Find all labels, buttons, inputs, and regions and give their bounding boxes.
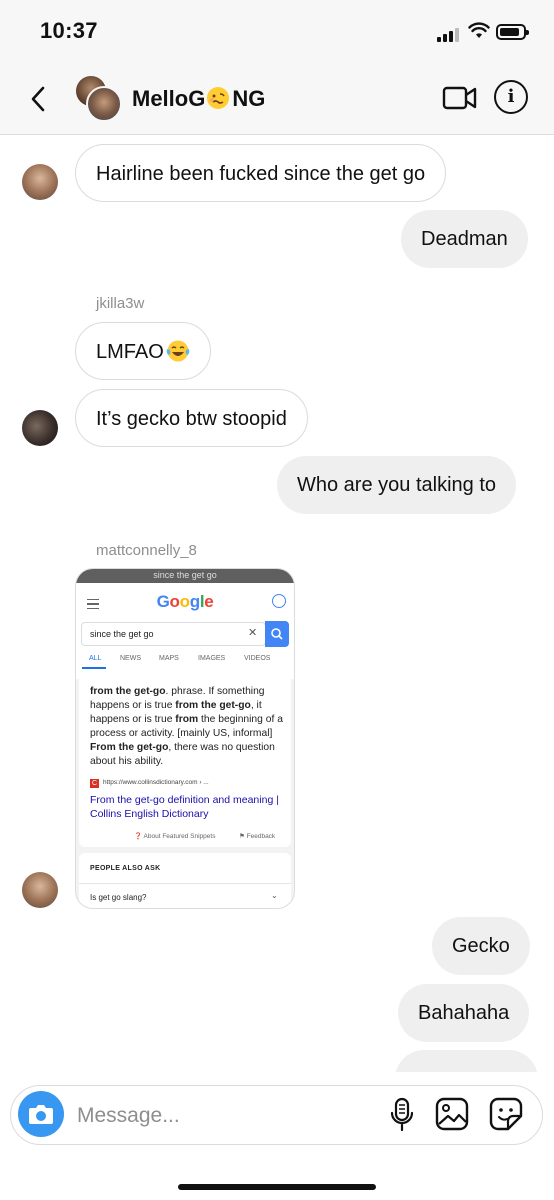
back-icon[interactable] xyxy=(24,82,54,116)
source-url: https://www.collinsdictionary.com › ... xyxy=(103,779,209,786)
message-text: LMFAO xyxy=(96,341,164,363)
tab-images: IMAGES xyxy=(198,655,226,662)
message-bubble[interactable]: It’s gecko btw stoopid xyxy=(75,389,308,447)
active-tab-indicator xyxy=(82,667,106,669)
about-featured-snippets: ❓ About Featured Snippets xyxy=(134,833,216,840)
message-input[interactable] xyxy=(75,1100,369,1132)
message-text: It’s gecko btw stoopid xyxy=(96,408,287,430)
divider xyxy=(79,883,291,884)
message-bubble[interactable]: LMFAO xyxy=(75,322,211,380)
chevron-down-icon: ⌄ xyxy=(271,891,278,900)
message-bubble[interactable]: Hairline been fucked since the get go xyxy=(75,144,447,202)
camera-button[interactable] xyxy=(18,1091,64,1137)
tab-all: ALL xyxy=(89,655,102,662)
feedback-label: ⚑ Feedback xyxy=(239,833,276,840)
result-link: From the get-go definition and meaning |… xyxy=(90,794,279,820)
definition-text: from the get-go. phrase. If something ha… xyxy=(90,686,283,767)
home-indicator xyxy=(178,1184,376,1190)
google-logo: Google xyxy=(156,592,214,611)
message-bubble[interactable]: Who are you talking to xyxy=(277,456,516,514)
google-search-box: since the get go xyxy=(81,622,266,646)
chat-title-text: MelloG xyxy=(132,86,206,111)
tab-news: NEWS xyxy=(120,655,141,662)
woozy-face-emoji-icon xyxy=(207,87,230,110)
message-text: Hairline been fucked since the get go xyxy=(96,163,426,185)
chat-title[interactable]: MelloG NG xyxy=(132,86,265,114)
sender-name: jkilla3w xyxy=(96,295,145,312)
laughing-tears-emoji-icon xyxy=(166,340,190,362)
group-avatar-front[interactable] xyxy=(86,86,122,122)
sticker-icon[interactable] xyxy=(489,1097,523,1131)
sender-avatar[interactable] xyxy=(22,872,58,908)
sender-avatar[interactable] xyxy=(22,410,58,446)
shared-screenshot[interactable]: since the get go Google since the get go… xyxy=(75,568,295,909)
camera-icon xyxy=(29,1105,53,1124)
collins-favicon-icon: C xyxy=(90,779,99,788)
google-header: Google since the get go ✕ ALL NEWS MAPS … xyxy=(76,583,294,679)
message-text: Who are you talking to xyxy=(297,474,496,496)
signal-icon xyxy=(437,26,463,42)
status-bar: 10:37 xyxy=(0,0,554,66)
featured-snippet: from the get-go. phrase. If something ha… xyxy=(79,675,291,847)
gallery-icon[interactable] xyxy=(435,1097,469,1131)
message-text: Gecko xyxy=(452,935,510,957)
message-composer xyxy=(10,1085,543,1145)
message-bubble[interactable]: Bahahaha xyxy=(398,984,530,1042)
question-item: Is get go slang? xyxy=(90,893,147,902)
screenshot-top-text: since the get go xyxy=(76,569,294,583)
status-time: 10:37 xyxy=(40,18,98,43)
sender-name: mattconnelly_8 xyxy=(96,542,197,559)
message-bubble[interactable]: Deadman xyxy=(401,210,528,268)
microphone-icon[interactable] xyxy=(389,1097,415,1133)
chat-header: MelloG NG i xyxy=(0,66,554,135)
google-search-button xyxy=(265,621,289,647)
search-icon xyxy=(271,628,283,640)
wifi-icon xyxy=(468,22,490,38)
people-also-ask: PEOPLE ALSO ASK Is get go slang? ⌄ xyxy=(79,853,291,908)
sender-avatar[interactable] xyxy=(22,164,58,200)
account-icon xyxy=(272,594,286,608)
people-also-ask-title: PEOPLE ALSO ASK xyxy=(90,865,161,872)
tab-maps: MAPS xyxy=(159,655,179,662)
battery-icon xyxy=(496,24,529,40)
clear-icon: ✕ xyxy=(248,627,258,639)
tab-videos: VIDEOS xyxy=(244,655,271,662)
info-icon[interactable]: i xyxy=(494,80,528,114)
message-text: Deadman xyxy=(421,228,508,250)
message-text: Bahahaha xyxy=(418,1002,510,1024)
message-bubble[interactable]: Gecko xyxy=(432,917,530,975)
chat-title-suffix: NG xyxy=(232,86,266,111)
video-call-icon[interactable] xyxy=(442,84,478,112)
